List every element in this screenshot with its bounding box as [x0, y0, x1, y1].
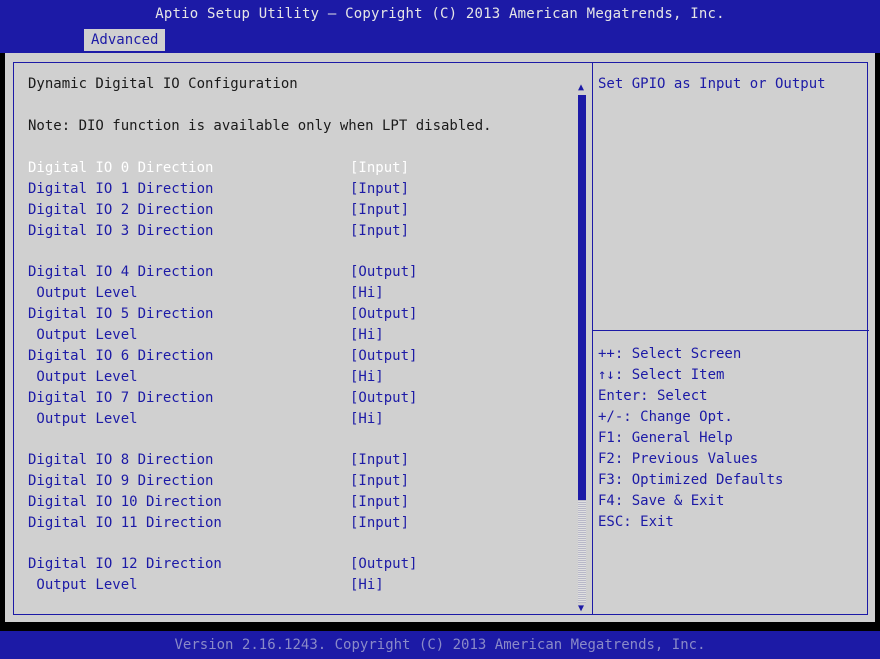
setting-label-dio1[interactable]: Digital IO 1 Direction	[28, 179, 213, 199]
key-hint: F4: Save & Exit	[598, 493, 725, 509]
setting-value-dio5[interactable]: [Output]	[350, 304, 417, 324]
setting-label-dio9[interactable]: Digital IO 9 Direction	[28, 471, 213, 491]
panel-frame: Dynamic Digital IO Configuration Note: D…	[13, 62, 869, 615]
setting-label-dio10[interactable]: Digital IO 10 Direction	[28, 492, 222, 512]
setting-label-dio3[interactable]: Digital IO 3 Direction	[28, 221, 213, 241]
scrollbar-thumb[interactable]	[578, 95, 586, 500]
footer-bar: Version 2.16.1243. Copyright (C) 2013 Am…	[0, 631, 880, 659]
setting-label-dio11[interactable]: Digital IO 11 Direction	[28, 513, 222, 533]
setting-value-dio4-level[interactable]: [Hi]	[350, 283, 384, 303]
setting-label-dio2[interactable]: Digital IO 2 Direction	[28, 200, 213, 220]
key-hint: F2: Previous Values	[598, 451, 759, 467]
key-hint: Enter: Select	[598, 388, 708, 404]
key-hint: F1: General Help	[598, 430, 733, 446]
scroll-down-arrow-icon[interactable]: ▼	[576, 604, 586, 614]
setting-value-dio5-level[interactable]: [Hi]	[350, 325, 384, 345]
setting-label-dio12[interactable]: Digital IO 12 Direction	[28, 554, 222, 574]
setting-label-dio7[interactable]: Digital IO 7 Direction	[28, 388, 213, 408]
tab-advanced[interactable]: Advanced	[84, 29, 166, 51]
setting-value-dio6-level[interactable]: [Hi]	[350, 367, 384, 387]
key-hint: ESC: Exit	[598, 514, 674, 530]
setting-value-dio0[interactable]: [Input]	[350, 158, 409, 178]
setting-value-dio1[interactable]: [Input]	[350, 179, 409, 199]
setting-label-dio7-level[interactable]: Output Level	[28, 409, 137, 429]
note-text: Note: DIO function is available only whe…	[28, 118, 492, 134]
header-bar: Aptio Setup Utility – Copyright (C) 2013…	[0, 0, 880, 53]
setting-label-dio6-level[interactable]: Output Level	[28, 367, 137, 387]
scroll-up-arrow-icon[interactable]: ▲	[576, 83, 586, 93]
main-panel: Dynamic Digital IO Configuration Note: D…	[5, 53, 875, 622]
setting-value-dio10[interactable]: [Input]	[350, 492, 409, 512]
key-hint: ↑↓: Select Item	[598, 367, 725, 383]
setting-value-dio4[interactable]: [Output]	[350, 262, 417, 282]
setting-value-dio11[interactable]: [Input]	[350, 513, 409, 533]
setting-label-dio6[interactable]: Digital IO 6 Direction	[28, 346, 213, 366]
setting-value-dio8[interactable]: [Input]	[350, 450, 409, 470]
setting-value-dio6[interactable]: [Output]	[350, 346, 417, 366]
setting-value-dio7[interactable]: [Output]	[350, 388, 417, 408]
setting-value-dio12-level[interactable]: [Hi]	[350, 575, 384, 595]
setting-label-dio0[interactable]: Digital IO 0 Direction	[28, 158, 213, 178]
scrollbar-track[interactable]	[578, 95, 586, 603]
setting-label-dio5[interactable]: Digital IO 5 Direction	[28, 304, 213, 324]
help-description: Set GPIO as Input or Output	[598, 76, 826, 92]
page-heading: Dynamic Digital IO Configuration	[28, 76, 298, 92]
key-hint: ++: Select Screen	[598, 346, 742, 362]
scrollbar-remainder	[578, 500, 586, 603]
setting-value-dio3[interactable]: [Input]	[350, 221, 409, 241]
key-hint: F3: Optimized Defaults	[598, 472, 784, 488]
setting-label-dio4[interactable]: Digital IO 4 Direction	[28, 262, 213, 282]
setting-label-dio12-level[interactable]: Output Level	[28, 575, 137, 595]
setting-label-dio4-level[interactable]: Output Level	[28, 283, 137, 303]
app-title: Aptio Setup Utility – Copyright (C) 2013…	[155, 6, 725, 22]
version-text: Version 2.16.1243. Copyright (C) 2013 Am…	[174, 637, 706, 653]
key-hint: +/-: Change Opt.	[598, 409, 733, 425]
setting-value-dio7-level[interactable]: [Hi]	[350, 409, 384, 429]
bios-screen: Aptio Setup Utility – Copyright (C) 2013…	[0, 0, 880, 659]
setting-value-dio2[interactable]: [Input]	[350, 200, 409, 220]
setting-label-dio5-level[interactable]: Output Level	[28, 325, 137, 345]
setting-value-dio12[interactable]: [Output]	[350, 554, 417, 574]
setting-label-dio8[interactable]: Digital IO 8 Direction	[28, 450, 213, 470]
help-divider	[593, 330, 869, 331]
column-divider	[592, 63, 593, 614]
setting-value-dio9[interactable]: [Input]	[350, 471, 409, 491]
